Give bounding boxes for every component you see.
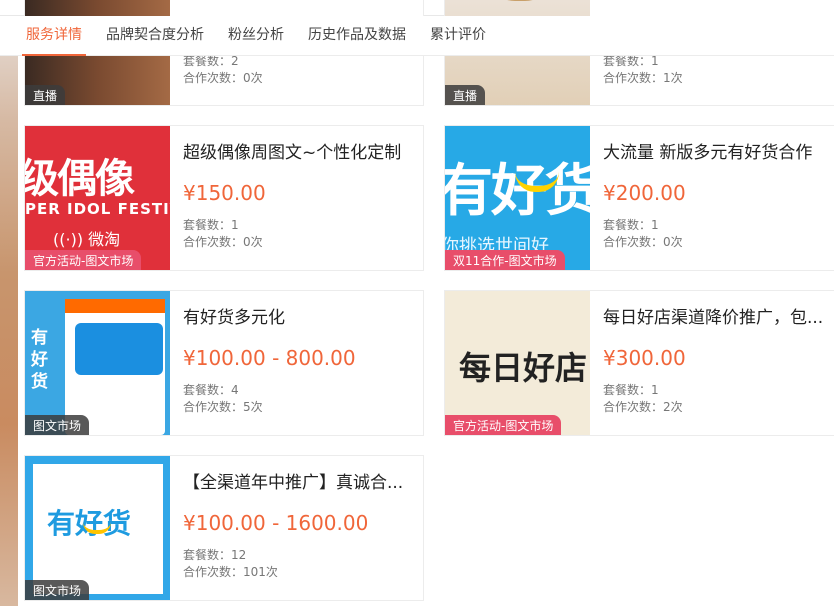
package-count: 套餐数：1 — [603, 383, 659, 397]
thumb-headline: 级偶像 — [25, 156, 135, 202]
tab-reviews[interactable]: 累计评价 — [430, 16, 486, 56]
cooperation-count: 合作次数：1次 — [603, 71, 683, 85]
service-card[interactable]: 有好货 图文市场 有好货多元化 ¥100.00 - 800.00 套餐数：4 合… — [24, 290, 424, 436]
package-count: 套餐数：12 — [183, 548, 247, 562]
thumb-logo: 每日好店 — [459, 349, 588, 387]
card-thumbnail: 每日好店 官方活动-图文市场 — [445, 291, 590, 435]
thumb-side-text: 有好货 — [31, 328, 48, 392]
cooperation-count: 合作次数：0次 — [603, 235, 683, 249]
card-title[interactable]: 超级偶像周图文~个性化定制 — [183, 138, 415, 163]
package-count: 套餐数：1 — [603, 218, 659, 232]
tab-bar: 服务详情 品牌契合度分析 粉丝分析 历史作品及数据 累计评价 — [0, 16, 834, 56]
card-price: ¥200.00 — [603, 181, 686, 205]
card-tag: 官方活动-图文市场 — [445, 415, 562, 435]
package-count: 套餐数：1 — [183, 218, 239, 232]
card-tag: 图文市场 — [25, 580, 90, 600]
weitao-logo: ((·)) 微淘 — [53, 230, 121, 249]
thumb-headline: 有好货 — [445, 159, 590, 224]
tab-fans[interactable]: 粉丝分析 — [228, 16, 284, 56]
card-tag: 直播 — [25, 85, 66, 105]
card-price: ¥100.00 - 800.00 — [183, 346, 356, 370]
cooperation-count: 合作次数：5次 — [183, 400, 263, 414]
tab-brand-fit[interactable]: 品牌契合度分析 — [106, 16, 204, 56]
card-price: ¥300.00 — [603, 346, 686, 370]
card-price: ¥100.00 - 1600.00 — [183, 511, 369, 535]
sweater-graphic — [485, 0, 555, 1]
tab-history[interactable]: 历史作品及数据 — [308, 16, 406, 56]
broadcast-icon: ((·)) — [53, 230, 84, 249]
cooperation-count: 合作次数：101次 — [183, 565, 278, 579]
cooperation-count: 合作次数：0次 — [183, 71, 263, 85]
tab-service-details[interactable]: 服务详情 — [22, 16, 86, 56]
service-card[interactable]: 有好货 你挑选世间好 双11合作-图文市场 大流量 新版多元有好货合作 ¥200… — [444, 125, 834, 271]
page-backdrop — [0, 0, 18, 606]
card-tag: 双11合作-图文市场 — [445, 250, 565, 270]
package-count: 套餐数：4 — [183, 383, 239, 397]
service-card[interactable]: 级偶像 PER IDOL FESTIVA ((·)) 微淘 官方活动-图文市场 … — [24, 125, 424, 271]
card-thumbnail: 级偶像 PER IDOL FESTIVA ((·)) 微淘 官方活动-图文市场 — [25, 126, 170, 270]
card-title[interactable]: 大流量 新版多元有好货合作 — [603, 138, 834, 163]
card-title[interactable]: 每日好店渠道降价推广，包... — [603, 303, 834, 328]
cooperation-count: 合作次数：0次 — [183, 235, 263, 249]
card-title[interactable]: 【全渠道年中推广】真诚合... — [183, 468, 415, 493]
card-tag: 图文市场 — [25, 415, 90, 435]
card-price: ¥150.00 — [183, 181, 266, 205]
card-tag: 直播 — [445, 85, 486, 105]
card-tag: 官方活动-图文市场 — [25, 250, 142, 270]
card-thumbnail: 有好货 图文市场 — [25, 291, 170, 435]
card-thumbnail: 有好货 你挑选世间好 双11合作-图文市场 — [445, 126, 590, 270]
cooperation-count: 合作次数：2次 — [603, 400, 683, 414]
service-card[interactable]: 每日好店 官方活动-图文市场 每日好店渠道降价推广，包... ¥300.00 套… — [444, 290, 834, 436]
card-title[interactable]: 有好货多元化 — [183, 303, 415, 328]
thumb-subline: PER IDOL FESTIVA — [25, 200, 170, 218]
service-card[interactable]: 有好货 图文市场 【全渠道年中推广】真诚合... ¥100.00 - 1600.… — [24, 455, 424, 601]
card-thumbnail: 有好货 图文市场 — [25, 456, 170, 600]
